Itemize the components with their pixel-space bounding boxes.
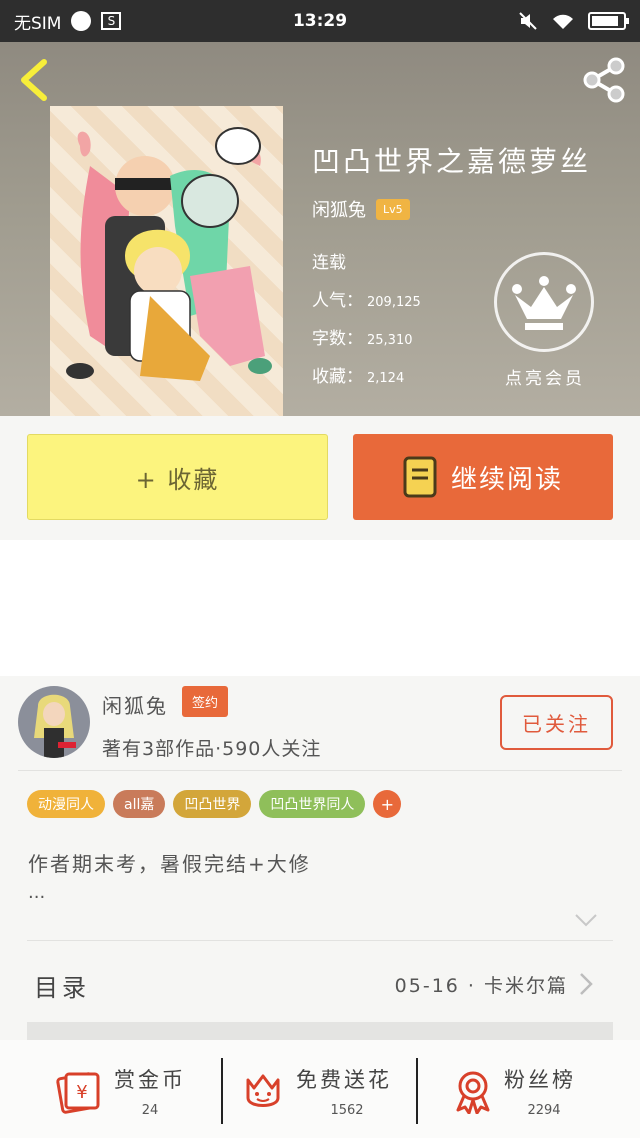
fan-ranking-value: 2294 xyxy=(527,1103,561,1118)
favorites-row: 收藏： 2,124 xyxy=(312,362,404,387)
flower-icon xyxy=(246,1074,280,1107)
book-title: 凹凸世界之嘉德萝丝 xyxy=(312,145,592,178)
tag-list: 动漫同人 all嘉 凹凸世界 凹凸世界同人 + xyxy=(27,790,402,818)
serialization-status: 连载 xyxy=(312,253,346,273)
book-header: 凹凸世界之嘉德萝丝 闲狐兔 Lv5 连载 人气： 209,125 字数： 25,31… xyxy=(0,42,640,416)
avatar-image xyxy=(18,686,90,758)
status-bar: 无SIM S 13:29 xyxy=(0,0,640,42)
tag-chip[interactable]: 凹凸世界同人 xyxy=(259,790,366,818)
carrier-label: 无SIM xyxy=(14,13,62,34)
popularity-value: 209,125 xyxy=(367,295,421,310)
red-envelope-yen-icon: ¥ xyxy=(56,1072,100,1114)
cover-illustration xyxy=(66,127,272,381)
signed-badge: 签约 xyxy=(182,686,229,717)
app-notification-icon xyxy=(71,11,92,31)
follow-button[interactable]: 已关注 xyxy=(500,695,613,750)
fan-ranking-button[interactable]: 粉丝榜 2294 xyxy=(418,1040,640,1138)
word-count-value: 25,310 xyxy=(367,333,413,348)
reward-coins-label: 赏金币 xyxy=(114,1068,186,1092)
author-level-badge: Lv5 xyxy=(376,198,410,220)
add-tag-button[interactable]: + xyxy=(373,790,402,818)
reward-coins-value: 24 xyxy=(141,1103,159,1118)
award-medal-icon xyxy=(456,1071,490,1114)
author-stats: 著有3部作品·590人关注 xyxy=(102,738,322,760)
section-separator xyxy=(27,1022,613,1040)
chevron-down-icon[interactable] xyxy=(574,912,598,928)
crown-icon xyxy=(512,276,576,330)
collect-button[interactable]: + 收藏 xyxy=(27,434,328,520)
vip-label: 点亮会员 xyxy=(505,369,585,389)
bottom-stats-bar: ¥ 赏金币 24 免费送花 1562 粉丝榜 2294 xyxy=(0,1040,640,1138)
book-description: 作者期末考，暑假完结+大修 xyxy=(28,852,311,876)
screenshot-icon: S xyxy=(101,12,122,30)
book-author-name[interactable]: 闲狐兔 xyxy=(312,196,366,222)
toc-label: 目录 xyxy=(34,974,90,1002)
battery-icon xyxy=(588,12,629,30)
wifi-icon xyxy=(553,14,573,29)
word-count-label: 字数： xyxy=(312,329,363,349)
description-ellipsis: ... xyxy=(28,882,46,903)
book-author-row: 闲狐兔 Lv5 xyxy=(312,196,410,222)
tag-chip[interactable]: 动漫同人 xyxy=(27,790,105,818)
chevron-right-icon xyxy=(580,973,593,995)
divider xyxy=(27,940,613,941)
favorites-label: 收藏： xyxy=(312,367,363,387)
continue-reading-button[interactable]: 继续阅读 xyxy=(353,434,613,520)
send-flower-label: 免费送花 xyxy=(296,1068,392,1092)
mute-icon xyxy=(519,12,537,30)
favorites-value: 2,124 xyxy=(367,371,405,386)
back-icon[interactable] xyxy=(16,58,52,102)
author-avatar[interactable] xyxy=(18,686,90,758)
tag-chip[interactable]: all嘉 xyxy=(113,790,166,818)
continue-reading-label: 继续阅读 xyxy=(450,464,563,495)
author-name[interactable]: 闲狐兔 xyxy=(102,690,168,719)
svg-text:¥: ¥ xyxy=(76,1082,87,1103)
popularity-row: 人气： 209,125 xyxy=(312,286,421,311)
divider xyxy=(18,770,622,771)
latest-chapter: 05-16 · 卡米尔篇 xyxy=(394,975,568,997)
word-count-row: 字数： 25,310 xyxy=(312,324,413,349)
send-flower-value: 1562 xyxy=(330,1103,364,1118)
action-bar: + 收藏 继续阅读 xyxy=(0,416,640,540)
vip-button[interactable] xyxy=(494,252,594,352)
share-icon[interactable] xyxy=(580,56,628,104)
send-flower-button[interactable]: 免费送花 1562 xyxy=(222,1040,418,1138)
table-of-contents-row[interactable]: 目录 05-16 · 卡米尔篇 xyxy=(0,942,640,1022)
popularity-label: 人气： xyxy=(312,291,363,311)
reward-coins-button[interactable]: ¥ 赏金币 24 xyxy=(0,1040,222,1138)
tag-chip[interactable]: 凹凸世界 xyxy=(173,790,252,818)
book-cover-image[interactable] xyxy=(50,106,283,416)
book-icon xyxy=(403,456,437,498)
fan-ranking-label: 粉丝榜 xyxy=(504,1068,576,1092)
